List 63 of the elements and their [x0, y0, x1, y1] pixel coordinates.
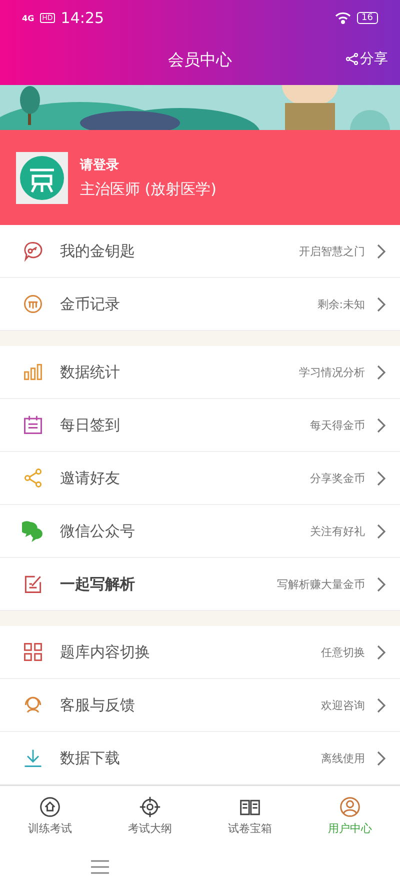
menu-label: 数据下载 [60, 748, 121, 768]
key-icon [22, 240, 44, 262]
user-icon [339, 796, 361, 818]
tab[interactable]: 训练考试 [0, 786, 100, 846]
menu-hint: 分享奖金币 [310, 470, 365, 486]
menu-row[interactable]: 邀请好友 分享奖金币 [0, 452, 400, 505]
network-label: 4G [22, 14, 34, 22]
menu-hint: 开启智慧之门 [299, 244, 365, 258]
chevron-icon [377, 418, 386, 432]
chevron-icon [377, 244, 386, 258]
menu-hint: 学习情况分析 [299, 364, 365, 380]
home-icon [39, 796, 61, 818]
menu-label: 数据统计 [60, 362, 121, 382]
menu-hint: 关注有好礼 [310, 524, 365, 538]
wifi-icon [334, 12, 351, 24]
menu-label: 题库内容切换 [60, 642, 151, 662]
chat-bubbles-icon [22, 520, 44, 542]
target-icon [139, 796, 161, 818]
chevron-icon [377, 364, 386, 380]
menu-hint: 写解析赚大量金币 [277, 576, 365, 592]
tab[interactable]: 考试大纲 [100, 786, 200, 846]
bar-chart-icon [22, 361, 44, 383]
coin-icon [22, 293, 44, 315]
profile-subtitle: 主治医师 (放射医学) [80, 180, 216, 199]
menu-row[interactable]: 微信公众号 关注有好礼 [0, 505, 400, 558]
chevron-icon [377, 524, 386, 538]
chevron-icon [377, 470, 386, 486]
chevron-icon [377, 296, 386, 312]
menu-hint: 每天得金币 [310, 418, 365, 432]
menu-row[interactable]: 题库内容切换 任意切换 [0, 626, 400, 679]
chevron-icon [377, 576, 386, 592]
share-icon [22, 467, 44, 489]
menu-row[interactable]: 我的金钥匙 开启智慧之门 [0, 225, 400, 278]
grid-icon [22, 641, 44, 663]
battery-level: 16 [356, 12, 378, 24]
menu-label: 每日签到 [60, 416, 121, 434]
share-button[interactable]: 分享 [346, 50, 388, 68]
menu-row[interactable]: 每日签到 每天得金币 [0, 399, 400, 452]
menu-hint: 离线使用 [321, 750, 365, 766]
chevron-icon [377, 698, 386, 712]
menu-label: 金币记录 [60, 294, 121, 314]
menu-label: 一起写解析 [60, 574, 136, 594]
clock: 14:25 [60, 9, 104, 27]
edit-icon [22, 573, 44, 595]
page-title: 会员中心 [168, 50, 232, 71]
calendar-icon [22, 414, 44, 436]
menu-row[interactable]: 客服与反馈 欢迎咨询 [0, 679, 400, 732]
menu-label: 微信公众号 [60, 522, 136, 540]
menu-label: 客服与反馈 [60, 696, 136, 714]
share-icon [346, 53, 358, 65]
menu-label: 邀请好友 [60, 468, 121, 488]
menu-row[interactable]: 数据统计 学习情况分析 [0, 346, 400, 399]
menu-hint: 欢迎咨询 [321, 698, 365, 712]
menu-hint: 任意切换 [321, 644, 365, 660]
menu-hint: 剩余:未知 [317, 296, 365, 312]
menu-label: 我的金钥匙 [60, 242, 136, 260]
menu-row[interactable]: 数据下载 离线使用 [0, 732, 400, 785]
chevron-icon [377, 750, 386, 766]
download-icon [22, 747, 44, 769]
chevron-icon [377, 644, 386, 660]
menu-icon[interactable] [90, 860, 110, 874]
logo-icon [16, 152, 68, 204]
tab[interactable]: 试卷宝箱 [200, 786, 300, 846]
